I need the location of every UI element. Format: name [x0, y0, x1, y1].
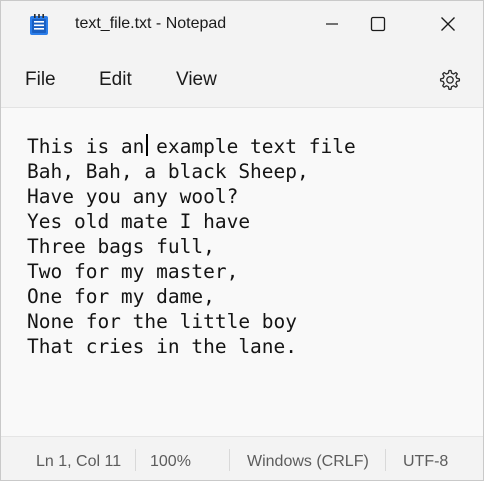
maximize-icon: [370, 16, 386, 32]
menu-edit[interactable]: Edit: [99, 69, 132, 91]
notepad-window: text_file.txt - Notepad File Edit View T…: [0, 0, 484, 481]
text-line: Bah, Bah, a black Sheep,: [27, 160, 309, 183]
zoom-level[interactable]: 100%: [150, 453, 191, 471]
status-divider: [229, 449, 230, 471]
menu-file[interactable]: File: [25, 69, 56, 91]
gear-icon[interactable]: [437, 68, 461, 92]
minimize-icon: [326, 23, 338, 25]
text-caret: [146, 134, 148, 156]
text-line: That cries in the lane.: [27, 335, 298, 358]
line-endings[interactable]: Windows (CRLF): [247, 453, 369, 471]
notepad-icon: [30, 14, 48, 35]
menu-view[interactable]: View: [176, 69, 217, 91]
status-divider: [135, 449, 136, 471]
maximize-button[interactable]: [355, 1, 401, 47]
text-line: Yes old mate I have: [27, 210, 251, 233]
text-line: Two for my master,: [27, 260, 239, 283]
menu-bar: File Edit View: [1, 49, 483, 108]
cursor-position[interactable]: Ln 1, Col 11: [36, 453, 121, 471]
status-bar: Ln 1, Col 11 100% Windows (CRLF) UTF-8: [1, 436, 483, 480]
text-line: This is an example text file: [27, 135, 356, 158]
window-title: text_file.txt - Notepad: [75, 15, 227, 32]
status-divider: [385, 449, 386, 471]
text-line: Have you any wool?: [27, 185, 239, 208]
text-line: None for the little boy: [27, 310, 298, 333]
minimize-button[interactable]: [309, 1, 355, 47]
close-button[interactable]: [425, 1, 471, 47]
encoding[interactable]: UTF-8: [403, 453, 448, 471]
text-editor[interactable]: This is an example text file Bah, Bah, a…: [1, 108, 483, 435]
text-line: One for my dame,: [27, 285, 215, 308]
title-bar[interactable]: text_file.txt - Notepad: [1, 1, 483, 49]
close-icon: [441, 17, 455, 31]
text-line: Three bags full,: [27, 235, 215, 258]
